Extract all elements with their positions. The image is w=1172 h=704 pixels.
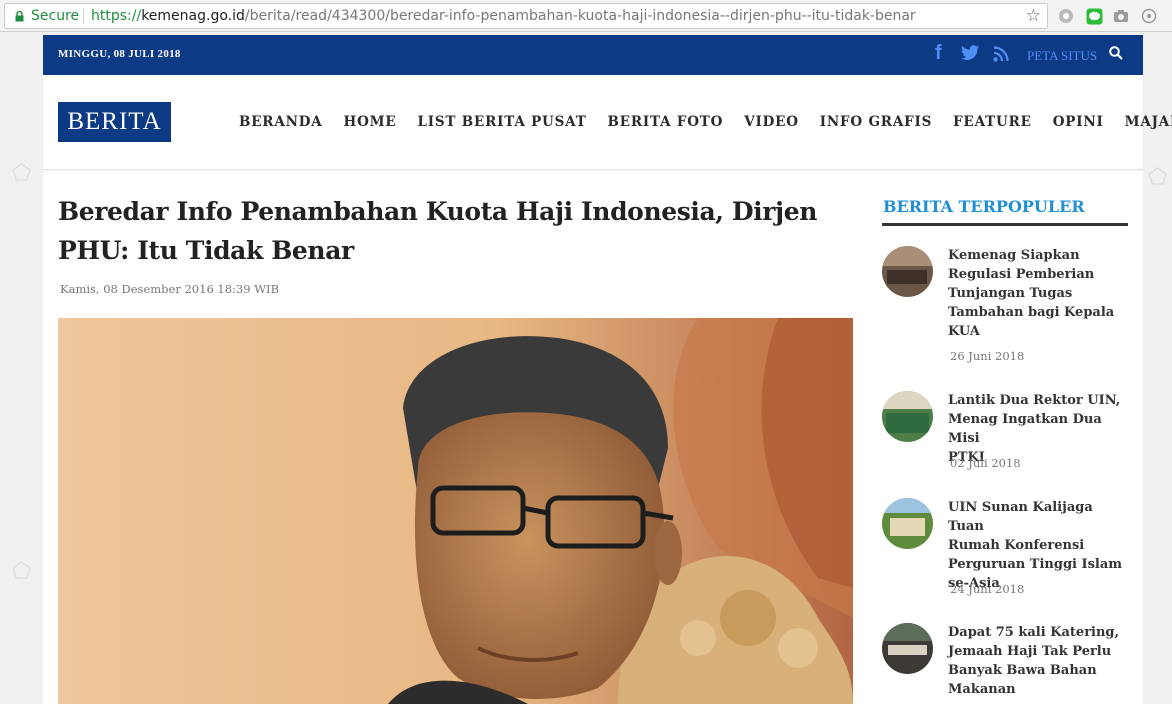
url-path: /berita/read/434300/beredar-info-penamba… (244, 8, 916, 24)
address-bar[interactable]: Secure https://kemenag.go.id/berita/read… (4, 3, 1048, 29)
nav-majalah[interactable]: MAJALAH (1125, 114, 1172, 130)
news-title-line: UIN Sunan Kalijaga Tuan (948, 500, 1093, 534)
facebook-icon[interactable]: f (935, 42, 942, 65)
article-title: Beredar Info Penambahan Kuota Haji Indon… (58, 192, 818, 270)
news-thumbnail[interactable] (882, 246, 933, 297)
news-title-line: Jemaah Haji Tak Perlu (948, 644, 1112, 659)
url-protocol: https:// (91, 8, 142, 24)
popular-news-item[interactable]: Lantik Dua Rektor UIN, Menag Ingatkan Du… (882, 391, 1132, 491)
pentagon-decoration: ⬠ (12, 558, 32, 583)
news-title-line: Tambahan bagi Kepala (948, 305, 1115, 320)
nav-berita-foto[interactable]: BERITA FOTO (608, 114, 724, 130)
news-title[interactable]: Kemenag Siapkan Regulasi Pemberian Tunja… (948, 246, 1123, 341)
site-container: MINGGU, 08 JULI 2018 f PETA SITUS BERITA… (43, 35, 1172, 704)
nav-beranda[interactable]: BERANDA (239, 114, 323, 130)
news-date: 26 Juni 2018 (950, 349, 1025, 363)
news-title-line: KUA (948, 324, 980, 339)
article-date: Kamis, 08 Desember 2016 18:39 WIB (60, 282, 280, 296)
article-photo (58, 318, 853, 704)
site-logo[interactable]: BERITA (58, 102, 171, 142)
nav-video[interactable]: VIDEO (744, 114, 799, 130)
nav-list-berita-pusat[interactable]: LIST BERITA PUSAT (417, 114, 586, 130)
secure-label: Secure (31, 8, 80, 24)
nav-feature[interactable]: FEATURE (953, 114, 1032, 130)
news-title-line: Dapat 75 kali Katering, (948, 625, 1120, 640)
sidebar-title-underline (882, 223, 1128, 226)
popular-news-item[interactable]: Kemenag Siapkan Regulasi Pemberian Tunja… (882, 246, 1132, 376)
nav-home[interactable]: HOME (344, 114, 397, 130)
browser-toolbar: Secure https://kemenag.go.id/berita/read… (0, 0, 1172, 32)
article-title-line-2: PHU: Itu Tidak Benar (58, 236, 354, 265)
sidebar-title: BERITA TERPOPULER (883, 197, 1085, 216)
article-title-line-1: Beredar Info Penambahan Kuota Haji Indon… (58, 197, 817, 226)
main-nav: BERANDA HOME LIST BERITA PUSAT BERITA FO… (239, 114, 1172, 130)
news-title-line: Tunjangan Tugas (948, 286, 1073, 301)
popular-news-item[interactable]: Dapat 75 kali Katering, Jemaah Haji Tak … (882, 623, 1132, 704)
pentagon-decoration: ⬠ (1148, 164, 1168, 189)
sitemap-link[interactable]: PETA SITUS (1027, 48, 1097, 64)
news-title[interactable]: Dapat 75 kali Katering, Jemaah Haji Tak … (948, 623, 1123, 699)
news-thumbnail[interactable] (882, 498, 933, 549)
url-host: kemenag.go.id (141, 8, 245, 24)
menu-icon[interactable] (1140, 7, 1158, 25)
news-title-line: Regulasi Pemberian (948, 267, 1095, 282)
url-text[interactable]: https://kemenag.go.id/berita/read/434300… (91, 8, 916, 24)
address-separator (83, 9, 84, 24)
news-title-line: Makanan (948, 682, 1016, 697)
news-date: 02 Juli 2018 (950, 456, 1021, 470)
site-header: BERITA BERANDA HOME LIST BERITA PUSAT BE… (43, 75, 1172, 170)
extension-icon[interactable] (1057, 7, 1075, 25)
popular-news-item[interactable]: UIN Sunan Kalijaga Tuan Rumah Konferensi… (882, 498, 1132, 613)
nav-info-grafis[interactable]: INFO GRAFIS (820, 114, 932, 130)
news-title-line: Kemenag Siapkan (948, 248, 1080, 263)
bookmark-star-icon[interactable]: ☆ (1026, 6, 1041, 26)
current-date: MINGGU, 08 JULI 2018 (58, 48, 181, 60)
news-title-line: Menag Ingatkan Dua Misi (948, 412, 1102, 446)
news-date: 24 Juni 2018 (950, 582, 1025, 596)
news-thumbnail[interactable] (882, 391, 933, 442)
twitter-icon[interactable] (961, 45, 980, 61)
line-icon[interactable] (1085, 7, 1103, 25)
pentagon-decoration: ⬠ (12, 160, 32, 185)
news-title-line: Rumah Konferensi (948, 538, 1085, 553)
top-bar: MINGGU, 08 JULI 2018 f PETA SITUS (43, 35, 1143, 75)
nav-opini[interactable]: OPINI (1053, 114, 1104, 130)
news-title-line: Lantik Dua Rektor UIN, (948, 393, 1121, 408)
search-icon[interactable] (1109, 46, 1123, 60)
news-title[interactable]: UIN Sunan Kalijaga Tuan Rumah Konferensi… (948, 498, 1123, 593)
camera-icon[interactable] (1112, 7, 1130, 25)
news-thumbnail[interactable] (882, 623, 933, 674)
news-title-line: Banyak Bawa Bahan (948, 663, 1097, 678)
rss-icon[interactable] (993, 46, 1009, 62)
lock-icon (15, 11, 24, 22)
news-title-line: Perguruan Tinggi Islam (948, 557, 1123, 572)
